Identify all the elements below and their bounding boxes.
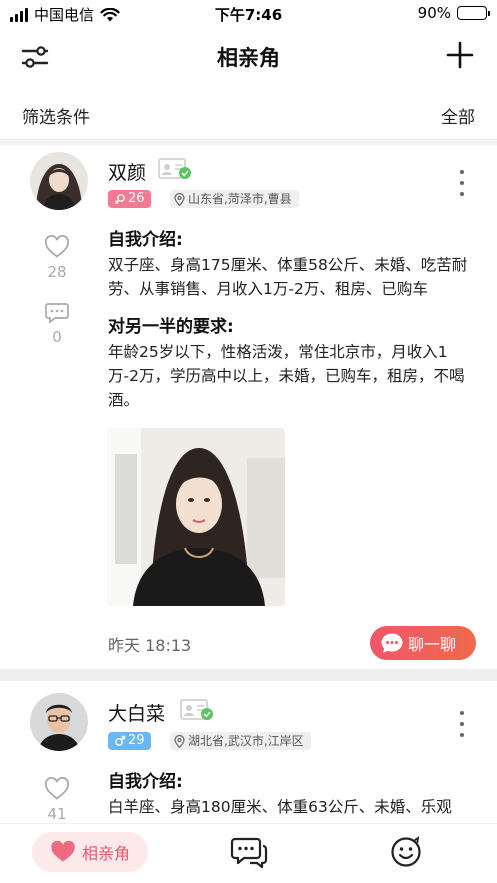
nav-bar: 相亲角 (0, 28, 497, 84)
battery-icon (457, 6, 490, 20)
avatar[interactable] (30, 693, 88, 751)
age-badge: 26 (108, 190, 151, 208)
page-title: 相亲角 (217, 46, 280, 70)
intro-text: 双子座、身高175厘米、体重58公斤、未婚、吃苦耐劳、从事销售、月收入1万-2万… (108, 256, 468, 298)
chat-bubbles-icon[interactable] (230, 836, 268, 868)
more-options-button[interactable] (456, 711, 468, 737)
post-card: 双颜 26 山东省,菏泽市,曹县 28 0 自我介绍: 双子座、身高175厘米、… (0, 145, 497, 669)
male-icon (115, 735, 126, 746)
post-time: 昨天 18:13 (108, 636, 192, 655)
tab-home[interactable]: 相亲角 (32, 832, 148, 872)
status-bar: 中国电信 下午7:46 90% (0, 0, 497, 28)
chat-bubble-icon (381, 633, 403, 653)
status-right: 90% (417, 4, 490, 22)
female-icon (115, 194, 125, 204)
post-card: 大白菜 29 湖北省,武汉市,江岸区 41 自我介绍: 白羊座、身高180厘米、… (0, 681, 497, 823)
app-root: 中国电信 下午7:46 90% 相亲角 筛选条件 全部 双颜 26 山东省,菏泽… (0, 0, 497, 883)
chat-button-label: 聊一聊 (408, 635, 457, 654)
filter-row[interactable]: 筛选条件 全部 (0, 90, 497, 140)
location-pin-icon (174, 734, 185, 748)
smiley-icon[interactable] (390, 836, 422, 868)
tab-bar: 相亲角 (0, 823, 497, 883)
age-value: 26 (128, 191, 145, 206)
location-text: 山东省,菏泽市,曹县 (188, 192, 292, 206)
add-post-button[interactable] (445, 40, 475, 70)
requirements-text: 年龄25岁以下，性格活泼，常住北京市，月收入1万-2万，学历高中以上，未婚，已购… (108, 343, 465, 409)
tab-home-label: 相亲角 (81, 844, 130, 863)
battery-percent: 90% (417, 4, 451, 22)
age-value: 29 (128, 733, 145, 748)
heart-outline-icon[interactable] (44, 777, 70, 801)
intro-title: 自我介绍: (108, 230, 183, 250)
location-badge: 湖北省,武汉市,江岸区 (170, 732, 311, 750)
location-badge: 山东省,菏泽市,曹县 (170, 190, 299, 208)
id-verified-icon (180, 699, 213, 720)
age-badge: 29 (108, 732, 151, 750)
filter-value[interactable]: 全部 (441, 103, 475, 128)
chat-button[interactable]: 聊一聊 (370, 626, 476, 660)
id-verified-icon (158, 158, 191, 179)
more-options-button[interactable] (456, 170, 468, 196)
user-name[interactable]: 双颜 (108, 158, 146, 185)
heart-icon (51, 841, 75, 862)
requirements-title: 对另一半的要求: (108, 317, 234, 337)
user-name[interactable]: 大白菜 (108, 699, 165, 726)
intro-text: 白羊座、身高180厘米、体重63公斤、未婚、乐观 (108, 798, 452, 816)
comment-count: 0 (52, 328, 62, 346)
location-pin-icon (174, 192, 185, 206)
like-count: 41 (47, 805, 67, 823)
intro-title: 自我介绍: (108, 772, 183, 792)
post-photo[interactable] (107, 428, 285, 606)
heart-outline-icon[interactable] (44, 235, 70, 259)
like-count: 28 (47, 263, 67, 281)
filter-label: 筛选条件 (22, 108, 90, 128)
comment-icon[interactable] (45, 302, 69, 324)
section-divider (0, 669, 497, 681)
avatar[interactable] (30, 152, 88, 210)
location-text: 湖北省,武汉市,江岸区 (188, 734, 304, 748)
